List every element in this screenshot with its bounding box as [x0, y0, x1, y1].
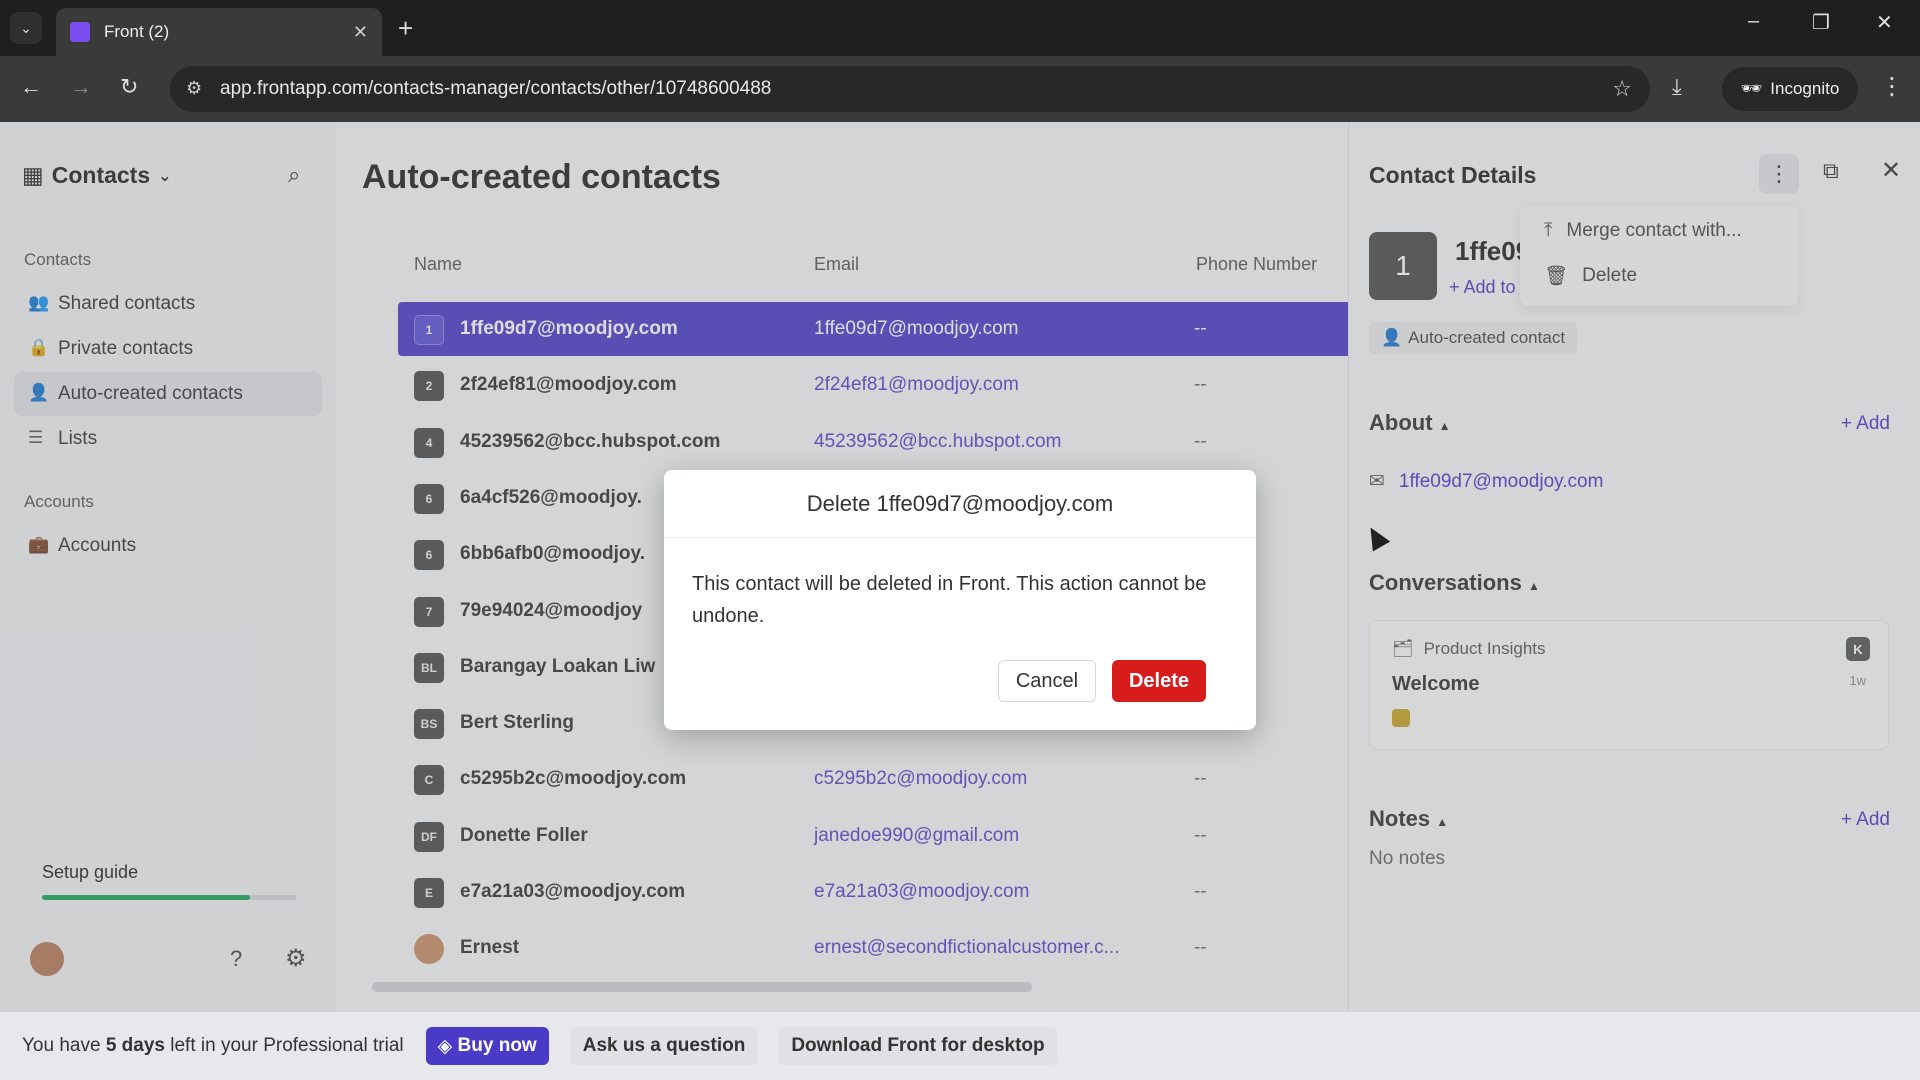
tab-title: Front (2) — [104, 22, 170, 41]
window-close-icon[interactable]: ✕ — [1876, 10, 1893, 35]
reload-icon[interactable]: ↻ — [120, 74, 138, 100]
tab-search-dropdown[interactable]: ⌄ — [10, 12, 42, 44]
cancel-button[interactable]: Cancel — [998, 660, 1096, 702]
trial-banner: You have 5 days left in your Professiona… — [0, 1012, 1920, 1080]
incognito-label: Incognito — [1770, 79, 1840, 98]
url-field[interactable]: ⚙ app.frontapp.com/contacts-manager/cont… — [170, 66, 1650, 112]
browser-tabbar: ⌄ Front (2) ✕ + – ❐ ✕ — [0, 0, 1920, 56]
delete-confirm-dialog: Delete 1ffe09d7@moodjoy.com This contact… — [664, 470, 1256, 730]
download-desktop-button[interactable]: Download Front for desktop — [779, 1027, 1057, 1065]
back-icon[interactable]: ← — [20, 74, 42, 100]
tab-close-icon[interactable]: ✕ — [353, 22, 368, 43]
url-text: app.frontapp.com/contacts-manager/contac… — [220, 78, 772, 99]
dialog-title: Delete 1ffe09d7@moodjoy.com — [664, 470, 1256, 538]
new-tab-button[interactable]: + — [398, 12, 413, 44]
minimize-icon[interactable]: – — [1748, 10, 1759, 33]
browser-tab[interactable]: Front (2) ✕ — [56, 8, 382, 56]
browser-menu-icon[interactable]: ⋮ — [1880, 72, 1904, 101]
incognito-icon: 🕶 — [1740, 79, 1763, 98]
trial-message: You have 5 days left in your Professiona… — [22, 1035, 404, 1056]
buy-now-button[interactable]: ◈ Buy now — [425, 1027, 549, 1065]
front-favicon-icon — [70, 22, 90, 42]
incognito-badge[interactable]: 🕶 Incognito — [1722, 67, 1858, 111]
site-info-icon[interactable]: ⚙ — [186, 78, 202, 99]
forward-icon[interactable]: → — [70, 74, 92, 100]
ask-question-button[interactable]: Ask us a question — [570, 1027, 758, 1065]
bookmark-star-icon[interactable]: ☆ — [1612, 76, 1632, 102]
download-icon[interactable]: ⤓ — [1672, 74, 1682, 100]
dialog-message: This contact will be deleted in Front. T… — [692, 573, 1207, 627]
restore-icon[interactable]: ❐ — [1812, 10, 1830, 35]
delete-button[interactable]: Delete — [1112, 660, 1206, 702]
diamond-icon: ◈ — [437, 1035, 458, 1057]
address-toolbar: ← → ↻ ⚙ app.frontapp.com/contacts-manage… — [0, 56, 1920, 122]
trial-days: 5 days — [105, 1035, 165, 1056]
